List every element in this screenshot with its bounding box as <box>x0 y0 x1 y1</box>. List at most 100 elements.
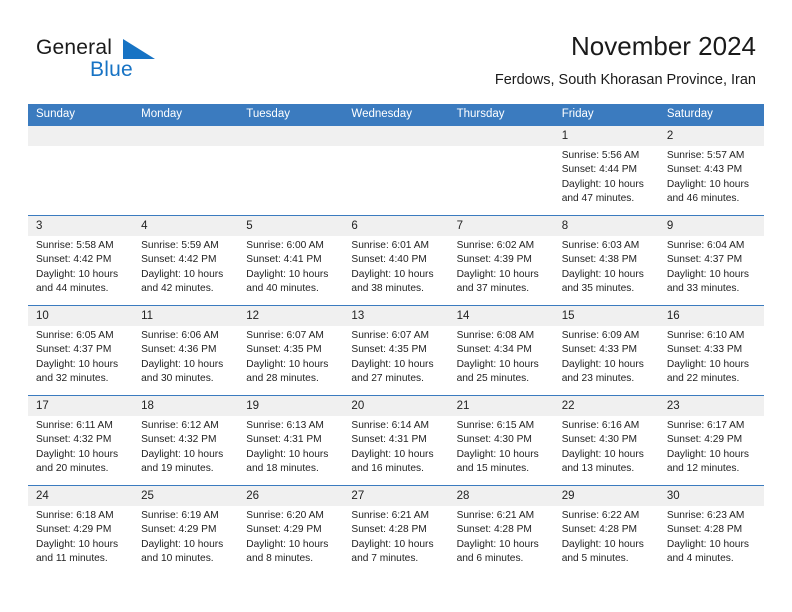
daylight-duration-line1: Daylight: 10 hours <box>456 448 539 460</box>
sunset-time: Sunset: 4:29 PM <box>666 434 743 446</box>
page-header: General Blue November 2024 Ferdows, Sout… <box>0 0 792 100</box>
day-number: 10 <box>28 306 134 326</box>
calendar-day-cell[interactable]: 3 Sunrise: 5:58 AM Sunset: 4:42 PM Daylight… <box>28 215 134 306</box>
day-number: 2 <box>658 126 764 146</box>
calendar-day-cell[interactable]: 29 Sunrise: 6:22 AM Sunset: 4:28 PM Dayligh… <box>553 485 659 575</box>
day-number: 15 <box>553 306 659 326</box>
calendar-day-cell[interactable]: 28 Sunrise: 6:21 AM Sunset: 4:28 PM Dayligh… <box>448 485 554 575</box>
daylight-duration-line2: and 10 minutes. <box>141 553 214 565</box>
daylight-duration-line2: and 5 minutes. <box>561 553 629 565</box>
calendar-day-cell-empty <box>343 126 449 216</box>
weekday-header-thursday: Thursday <box>448 104 554 126</box>
calendar-day-cell[interactable]: 23 Sunrise: 6:17 AM Sunset: 4:29 PM Dayligh… <box>658 395 764 486</box>
calendar-day-cell[interactable]: 11 Sunrise: 6:06 AM Sunset: 4:36 PM Dayligh… <box>133 305 239 396</box>
day-number: 28 <box>448 486 554 506</box>
day-number: 21 <box>448 396 554 416</box>
sunset-time: Sunset: 4:30 PM <box>561 434 638 446</box>
day-number: 27 <box>343 486 449 506</box>
day-number: 16 <box>658 306 764 326</box>
calendar-day-cell[interactable]: 12 Sunrise: 6:07 AM Sunset: 4:35 PM Dayligh… <box>238 305 344 396</box>
day-sun-info: Sunrise: 6:02 AM Sunset: 4:39 PM Daylight:… <box>449 236 554 297</box>
sunrise-time: Sunrise: 5:58 AM <box>36 240 114 251</box>
calendar-day-cell[interactable]: 19 Sunrise: 6:13 AM Sunset: 4:31 PM Dayligh… <box>238 395 344 486</box>
calendar-day-cell[interactable]: 10 Sunrise: 6:05 AM Sunset: 4:37 PM Dayligh… <box>28 305 134 396</box>
calendar-day-cell[interactable]: 1 Sunrise: 5:56 AM Sunset: 4:44 PM Daylight… <box>553 126 659 216</box>
daylight-duration-line2: and 13 minutes. <box>561 463 635 475</box>
day-number: 3 <box>28 216 134 236</box>
day-number: 24 <box>28 486 134 506</box>
sunrise-time: Sunrise: 6:09 AM <box>561 330 640 341</box>
calendar-day-cell[interactable]: 4 Sunrise: 5:59 AM Sunset: 4:42 PM Daylight… <box>133 215 239 306</box>
calendar-day-cell[interactable]: 8 Sunrise: 6:03 AM Sunset: 4:38 PM Daylight… <box>553 215 659 306</box>
weekday-header-sunday: Sunday <box>28 104 134 126</box>
day-number <box>28 126 134 146</box>
day-sun-info: Sunrise: 6:19 AM Sunset: 4:29 PM Daylight:… <box>133 506 238 567</box>
daylight-duration-line2: and 16 minutes. <box>351 463 424 475</box>
sunset-time: Sunset: 4:28 PM <box>456 524 532 536</box>
day-number: 20 <box>343 396 449 416</box>
sunset-time: Sunset: 4:33 PM <box>561 344 638 356</box>
sunrise-time: Sunrise: 6:18 AM <box>36 510 114 521</box>
calendar-day-cell[interactable]: 13 Sunrise: 6:07 AM Sunset: 4:35 PM Dayligh… <box>343 305 449 396</box>
sunset-time: Sunset: 4:30 PM <box>456 434 532 446</box>
day-number: 6 <box>343 216 449 236</box>
calendar-body: 1 Sunrise: 5:56 AM Sunset: 4:44 PM Daylight… <box>28 126 764 575</box>
daylight-duration-line1: Daylight: 10 hours <box>246 268 329 280</box>
sunrise-time: Sunrise: 6:00 AM <box>246 240 324 251</box>
day-sun-info: Sunrise: 6:08 AM Sunset: 4:34 PM Daylight:… <box>449 326 554 387</box>
sunrise-time: Sunrise: 6:21 AM <box>456 510 535 521</box>
calendar-day-cell[interactable]: 26 Sunrise: 6:20 AM Sunset: 4:29 PM Dayligh… <box>238 485 344 575</box>
daylight-duration-line1: Daylight: 10 hours <box>36 538 119 550</box>
calendar-day-cell[interactable]: 5 Sunrise: 6:00 AM Sunset: 4:41 PM Daylight… <box>238 215 344 306</box>
calendar-day-cell[interactable]: 25 Sunrise: 6:19 AM Sunset: 4:29 PM Dayligh… <box>133 485 239 575</box>
day-number <box>238 126 344 146</box>
day-number: 26 <box>238 486 344 506</box>
weekday-header-saturday: Saturday <box>658 104 764 126</box>
sunrise-time: Sunrise: 6:06 AM <box>141 330 219 341</box>
calendar-day-cell[interactable]: 27 Sunrise: 6:21 AM Sunset: 4:28 PM Dayligh… <box>343 485 449 575</box>
calendar-day-cell[interactable]: 20 Sunrise: 6:14 AM Sunset: 4:31 PM Dayligh… <box>343 395 449 486</box>
daylight-duration-line1: Daylight: 10 hours <box>141 268 224 280</box>
calendar-day-cell[interactable]: 30 Sunrise: 6:23 AM Sunset: 4:28 PM Dayligh… <box>658 485 764 575</box>
calendar-day-cell[interactable]: 24 Sunrise: 6:18 AM Sunset: 4:29 PM Dayligh… <box>28 485 134 575</box>
daylight-duration-line2: and 46 minutes. <box>666 193 740 205</box>
calendar-day-cell[interactable]: 17 Sunrise: 6:11 AM Sunset: 4:32 PM Dayligh… <box>28 395 134 486</box>
sunset-time: Sunset: 4:29 PM <box>141 524 217 536</box>
day-sun-info: Sunrise: 6:09 AM Sunset: 4:33 PM Daylight:… <box>554 326 659 387</box>
day-number: 17 <box>28 396 134 416</box>
weekday-header-tuesday: Tuesday <box>238 104 344 126</box>
calendar-day-cell[interactable]: 7 Sunrise: 6:02 AM Sunset: 4:39 PM Daylight… <box>448 215 554 306</box>
calendar-header-row: Sunday Monday Tuesday Wednesday Thursday… <box>28 104 764 126</box>
daylight-duration-line1: Daylight: 10 hours <box>666 178 749 190</box>
daylight-duration-line1: Daylight: 10 hours <box>141 448 224 460</box>
calendar-day-cell[interactable]: 14 Sunrise: 6:08 AM Sunset: 4:34 PM Dayligh… <box>448 305 554 396</box>
calendar-day-cell[interactable]: 15 Sunrise: 6:09 AM Sunset: 4:33 PM Dayligh… <box>553 305 659 396</box>
calendar-day-cell[interactable]: 16 Sunrise: 6:10 AM Sunset: 4:33 PM Dayligh… <box>658 305 764 396</box>
brand-word-blue: Blue <box>90 58 133 81</box>
calendar-day-cell[interactable]: 18 Sunrise: 6:12 AM Sunset: 4:32 PM Dayligh… <box>133 395 239 486</box>
day-number: 4 <box>133 216 239 236</box>
calendar-day-cell[interactable]: 2 Sunrise: 5:57 AM Sunset: 4:43 PM Daylight… <box>658 126 764 216</box>
daylight-duration-line1: Daylight: 10 hours <box>456 358 539 370</box>
daylight-duration-line1: Daylight: 10 hours <box>666 448 749 460</box>
brand-logo[interactable]: General Blue <box>36 36 256 88</box>
calendar-day-cell[interactable]: 9 Sunrise: 6:04 AM Sunset: 4:37 PM Daylight… <box>658 215 764 306</box>
daylight-duration-line1: Daylight: 10 hours <box>561 538 644 550</box>
sunset-time: Sunset: 4:42 PM <box>141 254 217 266</box>
sunrise-time: Sunrise: 6:19 AM <box>141 510 219 521</box>
sunrise-time: Sunrise: 6:16 AM <box>561 420 640 431</box>
calendar-day-cell[interactable]: 6 Sunrise: 6:01 AM Sunset: 4:40 PM Daylight… <box>343 215 449 306</box>
calendar-week-row: 10 Sunrise: 6:05 AM Sunset: 4:37 PM Dayligh… <box>28 305 764 396</box>
calendar-day-cell[interactable]: 22 Sunrise: 6:16 AM Sunset: 4:30 PM Dayligh… <box>553 395 659 486</box>
sunset-time: Sunset: 4:34 PM <box>456 344 532 356</box>
daylight-duration-line1: Daylight: 10 hours <box>351 268 434 280</box>
sunrise-time: Sunrise: 6:05 AM <box>36 330 114 341</box>
sunset-time: Sunset: 4:44 PM <box>561 164 638 176</box>
calendar-day-cell[interactable]: 21 Sunrise: 6:15 AM Sunset: 4:30 PM Dayligh… <box>448 395 554 486</box>
sunrise-time: Sunrise: 6:13 AM <box>246 420 324 431</box>
daylight-duration-line2: and 12 minutes. <box>666 463 740 475</box>
day-number: 30 <box>658 486 764 506</box>
calendar-week-row: 17 Sunrise: 6:11 AM Sunset: 4:32 PM Dayligh… <box>28 395 764 486</box>
day-sun-info: Sunrise: 5:57 AM Sunset: 4:43 PM Daylight:… <box>659 146 764 207</box>
day-sun-info: Sunrise: 6:21 AM Sunset: 4:28 PM Daylight:… <box>449 506 554 567</box>
